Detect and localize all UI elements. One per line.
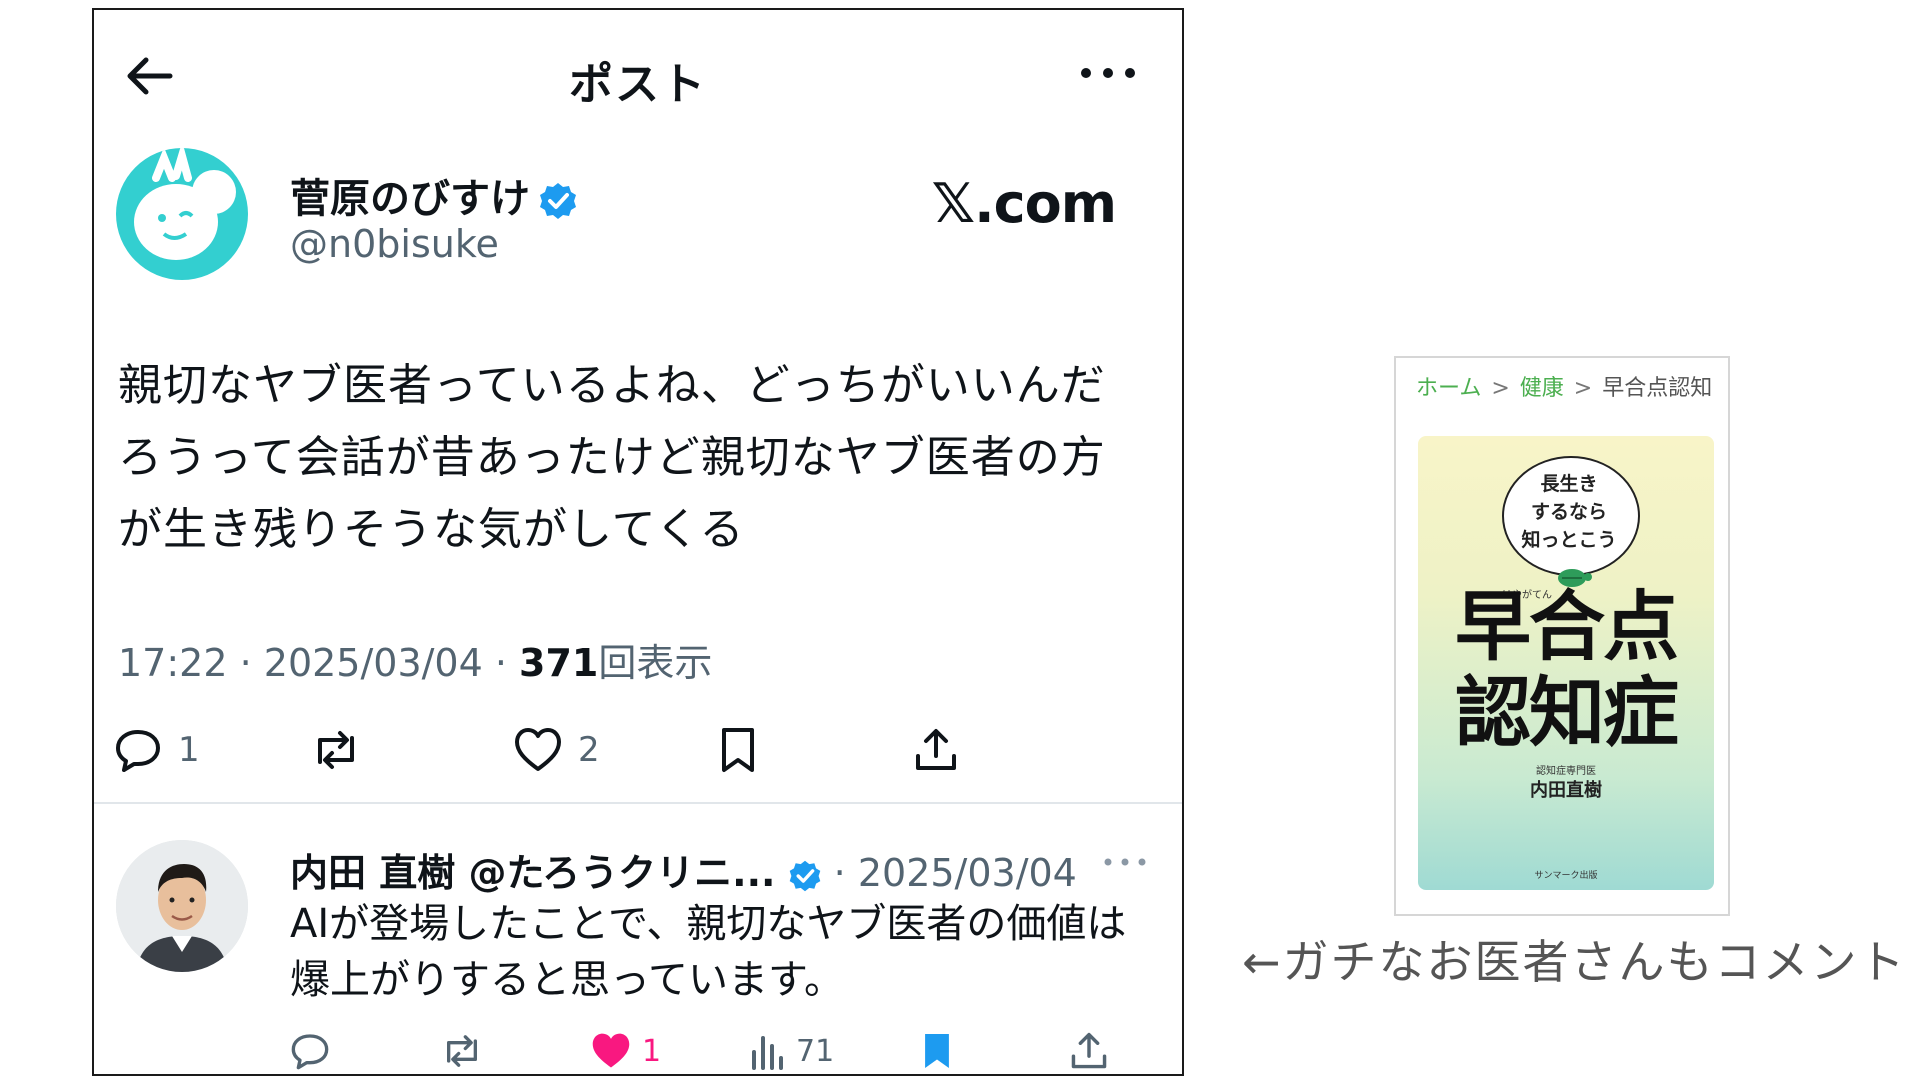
bubble-text: 長生き するなら 知っとこう [1502, 470, 1636, 554]
post-meta: 17:22 · 2025/03/04 · 371回表示 [118, 641, 713, 685]
breadcrumb-home[interactable]: ホーム [1416, 376, 1481, 401]
top-bar: ポスト [94, 10, 1182, 130]
reply-text: AIが登場したことで、親切なヤブ医者の価値は 爆上がりすると思っています。 [290, 896, 1150, 1008]
book-author: 内田直樹 [1530, 780, 1602, 801]
page-title: ポスト [569, 59, 707, 110]
share-button[interactable] [1070, 1028, 1108, 1074]
views-button[interactable]: 71 [750, 1028, 834, 1074]
caption-text: ←ガチなお医者さんもコメント [1242, 935, 1907, 989]
heart-icon [514, 727, 562, 773]
heart-icon [590, 1031, 632, 1071]
reply-author-name[interactable]: 内田 直樹 @たろうクリニ... [290, 851, 776, 895]
views-count: 371 [519, 641, 599, 685]
reply-actions: 1 71 [290, 1028, 1170, 1074]
like-button[interactable]: 1 [590, 1028, 661, 1074]
reply-count: 1 [178, 730, 200, 770]
like-count: 1 [642, 1033, 662, 1069]
bookmark-icon [920, 1030, 954, 1072]
reply-icon [290, 1031, 330, 1071]
repost-button[interactable] [310, 720, 362, 780]
post-text-line: ろうって会話が昔あったけど親切なヤブ医者の方 [118, 432, 1106, 483]
share-button[interactable] [914, 720, 958, 780]
like-button[interactable]: 2 [514, 720, 600, 780]
reply-header: 内田 直樹 @たろうクリニ... · 2025/03/04 [290, 851, 1077, 895]
book-title: 早合点 認知症 [1426, 584, 1706, 756]
post-text-line: が生き残りそうな気がしてくる [118, 504, 745, 555]
post-time[interactable]: 17:22 [118, 641, 228, 685]
publisher: サンマーク出版 [1534, 871, 1598, 881]
bubble-line: するなら [1530, 501, 1607, 523]
avatar[interactable] [116, 148, 248, 280]
author-name-text: 菅原のびすけ [290, 176, 530, 222]
book-title-line: 認知症 [1455, 668, 1679, 757]
reply-button[interactable]: 1 [114, 720, 200, 780]
reply-text-line: 爆上がりすると思っています。 [290, 957, 844, 1003]
bubble-line: 知っとこう [1521, 529, 1617, 551]
verified-badge-icon [538, 181, 578, 221]
repost-icon [440, 1031, 484, 1071]
author-label: 認知症専門医 [1536, 766, 1596, 777]
x-com-logo: 𝕏.com [931, 172, 1117, 235]
bookmark-button[interactable] [920, 1028, 954, 1074]
views-label: 回表示 [598, 641, 713, 685]
post-screenshot: ポスト 菅原のびすけ @n0bisuke 𝕏.com 親切なヤブ医者っているよね… [92, 8, 1184, 1076]
like-count: 2 [578, 730, 600, 770]
avatar[interactable] [116, 840, 248, 972]
bookmark-icon [718, 726, 758, 774]
share-icon [914, 726, 958, 774]
breadcrumb-health[interactable]: 健康 [1520, 376, 1564, 401]
repost-icon [310, 726, 362, 774]
share-icon [1070, 1030, 1108, 1072]
more-options-icon[interactable] [1102, 852, 1148, 872]
reply-button[interactable] [290, 1028, 330, 1074]
views-count: 71 [796, 1033, 835, 1069]
post-actions: 1 2 [114, 720, 1174, 790]
divider [94, 802, 1182, 804]
post-date[interactable]: 2025/03/04 [264, 641, 483, 685]
post-text-line: 親切なヤブ医者っているよね、どっちがいいんだ [118, 360, 1106, 411]
reply-post[interactable]: 内田 直樹 @たろうクリニ... · 2025/03/04 AIが登場したことで… [116, 840, 1166, 1070]
verified-badge-icon [788, 859, 822, 893]
repost-button[interactable] [440, 1028, 484, 1074]
bookmark-button[interactable] [718, 720, 758, 780]
reply-text-line: AIが登場したことで、親切なヤブ医者の価値は [290, 901, 1127, 947]
bubble-line: 長生き [1540, 473, 1598, 495]
book-title-line: 早合点 [1455, 582, 1679, 671]
author-handle[interactable]: @n0bisuke [290, 222, 499, 266]
views-chart-icon [750, 1032, 786, 1070]
breadcrumb: ホーム > 健康 > 早合点認知 [1416, 376, 1713, 401]
book-cover: 長生き するなら 知っとこう はやがてん 早合点 認知症 認知症専門医 内田直樹… [1418, 436, 1714, 890]
book-page-screenshot: ホーム > 健康 > 早合点認知 長生き するなら 知っとこう はやがてん 早合点 認知… [1394, 356, 1730, 916]
breadcrumb-current: 早合点認知 [1602, 376, 1713, 401]
reply-date[interactable]: 2025/03/04 [858, 851, 1077, 895]
post-author-header: 菅原のびすけ @n0bisuke 𝕏.com [116, 148, 1156, 288]
post-text: 親切なヤブ医者っているよね、どっちがいいんだ ろうって会話が昔あったけど親切なヤ… [118, 350, 1158, 566]
author-name[interactable]: 菅原のびすけ [290, 166, 578, 224]
more-options-icon[interactable] [1078, 58, 1138, 88]
reply-icon [114, 726, 162, 774]
